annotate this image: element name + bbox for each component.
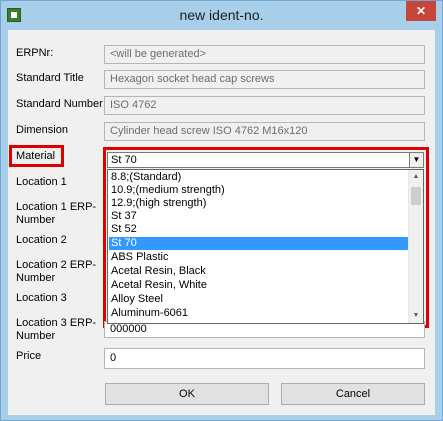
dropdown-item[interactable]: St 52 [109, 223, 408, 236]
scroll-up-icon[interactable]: ▲ [409, 170, 423, 184]
dropdown-item[interactable]: Acetal Resin, Black [109, 265, 408, 278]
dropdown-item[interactable]: Alloy Steel [109, 293, 408, 306]
material-label: Material [16, 150, 56, 162]
standard-number-field: ISO 4762 [104, 96, 425, 115]
dropdown-item-selected[interactable]: St 70 [109, 237, 408, 250]
dropdown-item[interactable]: St 37 [109, 210, 408, 223]
scrollbar-thumb[interactable] [411, 187, 421, 205]
erp-nr-label: ERPNr: [16, 47, 54, 59]
dropdown-item[interactable]: 12.9;(high strength) [109, 197, 408, 210]
cancel-button[interactable]: Cancel [281, 383, 425, 405]
dropdown-item[interactable]: Aluminum-6061 [109, 307, 408, 320]
scroll-down-icon[interactable]: ▼ [409, 309, 423, 323]
location3-label: Location 3 [16, 292, 67, 304]
title-bar[interactable]: new ident-no. ✕ [1, 1, 442, 30]
ok-button[interactable]: OK [105, 383, 269, 405]
material-dropdown-list[interactable]: 8.8;(Standard) 10.9;(medium strength) 12… [107, 169, 424, 324]
location1-erp-label-line2: Number [16, 214, 56, 226]
standard-number-label: Standard Number [16, 98, 103, 110]
location3-erp-label-line2: Number [16, 330, 56, 342]
location1-erp-label-line1: Location 1 ERP- [16, 201, 97, 213]
dropdown-item[interactable]: Acetal Resin, White [109, 279, 408, 292]
price-label: Price [16, 350, 42, 362]
dimension-field: Cylinder head screw ISO 4762 M16x120 [104, 122, 425, 141]
dropdown-item[interactable]: 10.9;(medium strength) [109, 184, 408, 197]
standard-title-label: Standard Title [16, 72, 84, 84]
standard-title-field: Hexagon socket head cap screws [104, 70, 425, 89]
close-button[interactable]: ✕ [406, 1, 436, 21]
window-title: new ident-no. [179, 7, 264, 23]
location3-erp-label: Location 3 ERP- Number [16, 317, 96, 343]
location2-erp-label-line2: Number [16, 272, 56, 284]
location2-label: Location 2 [16, 234, 67, 246]
location1-label: Location 1 [16, 176, 67, 188]
price-field[interactable]: 0 [104, 348, 425, 369]
location3-erp-label-line1: Location 3 ERP- [16, 317, 97, 329]
chevron-down-icon[interactable]: ▼ [409, 153, 423, 167]
dialog-window: new ident-no. ✕ ERPNr: <will be generate… [0, 0, 443, 421]
dropdown-item[interactable]: 8.8;(Standard) [109, 171, 408, 184]
erp-nr-field: <will be generated> [104, 45, 425, 64]
location2-erp-label: Location 2 ERP- Number [16, 259, 96, 285]
material-select[interactable]: St 70 ▼ [107, 152, 424, 168]
dialog-content: ERPNr: <will be generated> Standard Titl… [8, 30, 435, 415]
location2-erp-label-line1: Location 2 ERP- [16, 259, 97, 271]
dropdown-scrollbar[interactable]: ▲ ▼ [408, 170, 423, 323]
material-select-value: St 70 [111, 154, 137, 166]
location1-erp-label: Location 1 ERP- Number [16, 201, 96, 227]
dropdown-item[interactable]: ABS Plastic [109, 251, 408, 264]
dimension-label: Dimension [16, 124, 68, 136]
